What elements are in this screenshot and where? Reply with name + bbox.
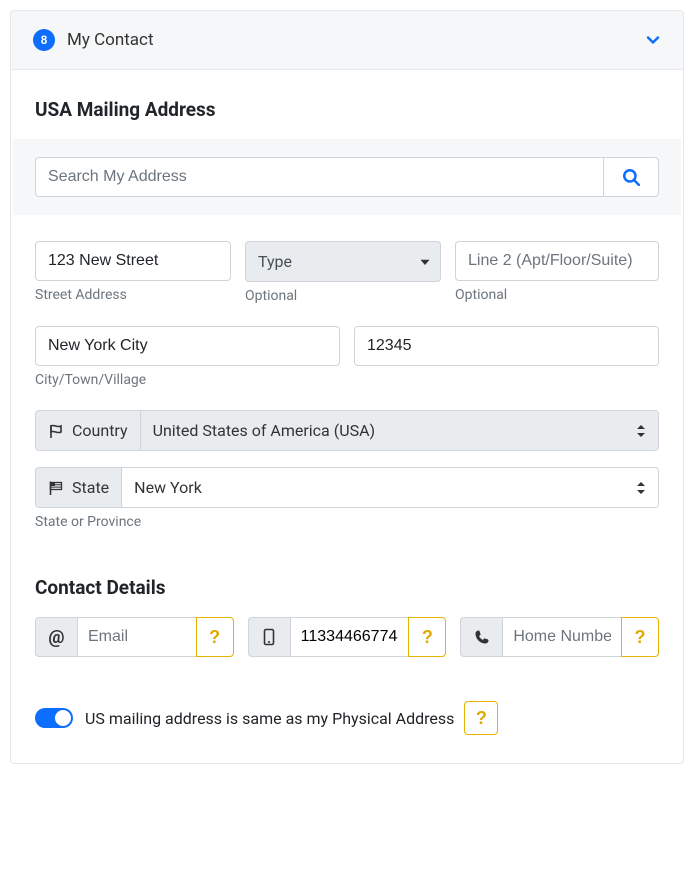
chevron-down-icon — [645, 32, 661, 48]
address-search-group — [35, 157, 659, 197]
mobile-input[interactable] — [290, 617, 409, 657]
home-help-button[interactable]: ? — [621, 617, 659, 657]
same-address-label: US mailing address is same as my Physica… — [85, 709, 454, 728]
line2-input[interactable] — [455, 241, 659, 281]
city-row: City/Town/Village — [35, 326, 659, 388]
city-input[interactable] — [35, 326, 340, 366]
state-prefix: State — [36, 468, 122, 507]
search-icon — [622, 168, 640, 186]
street-input[interactable] — [35, 241, 231, 281]
type-label: Optional — [245, 288, 441, 304]
phone-icon — [460, 617, 502, 657]
state-value: New York — [134, 478, 202, 497]
contact-card: 8 My Contact USA Mailing Address Street … — [10, 10, 684, 764]
at-icon: @ — [35, 617, 77, 657]
city-label: City/Town/Village — [35, 372, 340, 388]
contact-details-row: @ ? ? ? — [35, 617, 659, 657]
sort-icon — [636, 481, 646, 495]
country-row: Country United States of America (USA) — [35, 410, 659, 451]
sort-icon — [636, 424, 646, 438]
type-col: Type Optional — [245, 241, 441, 304]
card-header[interactable]: 8 My Contact — [11, 11, 683, 70]
home-input[interactable] — [502, 617, 621, 657]
same-address-switch[interactable] — [35, 708, 73, 728]
line2-label: Optional — [455, 287, 659, 303]
same-address-row: US mailing address is same as my Physica… — [35, 701, 659, 735]
address-search-button[interactable] — [603, 157, 659, 197]
street-label: Street Address — [35, 287, 231, 303]
home-group: ? — [460, 617, 659, 657]
section-title-address: USA Mailing Address — [35, 98, 659, 121]
state-prefix-label: State — [72, 478, 109, 497]
card-title: My Contact — [67, 30, 645, 50]
state-row: State New York State or Province — [35, 467, 659, 530]
type-select[interactable]: Type — [245, 241, 441, 282]
step-badge: 8 — [33, 29, 55, 51]
country-prefix-label: Country — [72, 421, 128, 440]
line2-col: Optional — [455, 241, 659, 304]
mobile-group: ? — [248, 617, 447, 657]
type-select-wrap: Type — [245, 241, 441, 282]
state-select[interactable]: New York — [122, 468, 658, 507]
same-address-help-button[interactable]: ? — [464, 701, 498, 735]
email-input[interactable] — [77, 617, 196, 657]
country-value: United States of America (USA) — [153, 421, 376, 440]
address-search-section — [13, 139, 681, 215]
street-row: Street Address Type Optional Optional — [35, 241, 659, 304]
card-body: USA Mailing Address Street Address Type — [11, 70, 683, 763]
street-col: Street Address — [35, 241, 231, 304]
flag-icon — [48, 423, 64, 439]
section-title-contact: Contact Details — [35, 576, 659, 599]
mobile-help-button[interactable]: ? — [408, 617, 446, 657]
email-group: @ ? — [35, 617, 234, 657]
state-label: State or Province — [35, 514, 659, 530]
flag-usa-icon — [48, 480, 64, 496]
address-search-input[interactable] — [35, 157, 603, 197]
city-col: City/Town/Village — [35, 326, 340, 388]
country-select[interactable]: United States of America (USA) — [141, 411, 658, 450]
zip-col — [354, 326, 659, 388]
country-select-group: Country United States of America (USA) — [35, 410, 659, 451]
country-prefix: Country — [36, 411, 141, 450]
mobile-icon — [248, 617, 290, 657]
zip-input[interactable] — [354, 326, 659, 366]
email-help-button[interactable]: ? — [196, 617, 234, 657]
state-select-group: State New York — [35, 467, 659, 508]
